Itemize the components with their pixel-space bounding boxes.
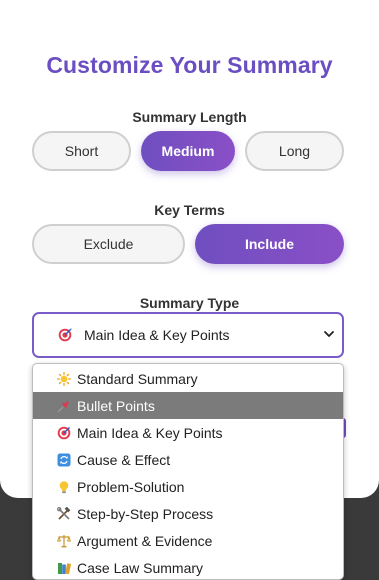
key-terms-label: Key Terms bbox=[154, 202, 225, 218]
option-argument-evidence[interactable]: Argument & Evidence bbox=[33, 527, 343, 554]
dart-target-icon bbox=[58, 328, 72, 342]
option-label: Argument & Evidence bbox=[77, 532, 213, 549]
sun-icon bbox=[57, 371, 71, 386]
length-long-button[interactable]: Long bbox=[245, 131, 344, 171]
option-label: Standard Summary bbox=[77, 370, 198, 387]
page-title: Customize Your Summary bbox=[46, 52, 333, 78]
option-label: Cause & Effect bbox=[77, 451, 171, 468]
option-label: Bullet Points bbox=[77, 397, 155, 414]
key-terms-include-button[interactable]: Include bbox=[195, 224, 344, 264]
length-short-button[interactable]: Short bbox=[32, 131, 131, 171]
summary-type-select[interactable]: Main Idea & Key Points bbox=[32, 312, 344, 358]
option-step-by-step[interactable]: Step-by-Step Process bbox=[33, 500, 343, 527]
books-icon bbox=[57, 561, 71, 575]
key-terms-exclude-button[interactable]: Exclude bbox=[32, 224, 185, 264]
option-label: Problem-Solution bbox=[77, 478, 185, 495]
option-case-law[interactable]: Case Law Summary bbox=[33, 554, 343, 579]
dart-target-icon bbox=[57, 426, 71, 440]
summary-type-label: Summary Type bbox=[139, 295, 240, 311]
option-problem-solution[interactable]: Problem-Solution bbox=[33, 473, 343, 500]
option-cause-effect[interactable]: Cause & Effect bbox=[33, 446, 343, 473]
summary-type-dropdown: Standard Summary Bullet Points Main Idea… bbox=[32, 363, 344, 580]
hammer-wrench-icon bbox=[57, 506, 71, 521]
balance-scale-icon bbox=[57, 534, 71, 548]
pushpin-icon bbox=[57, 399, 71, 413]
option-bullet-points[interactable]: Bullet Points bbox=[33, 392, 343, 419]
summary-length-label: Summary Length bbox=[132, 109, 247, 125]
option-standard-summary[interactable]: Standard Summary bbox=[33, 365, 343, 392]
length-medium-button[interactable]: Medium bbox=[141, 131, 235, 171]
cycle-arrows-icon bbox=[57, 453, 71, 467]
summary-type-value: Main Idea & Key Points bbox=[84, 327, 230, 343]
chevron-down-icon[interactable] bbox=[322, 327, 336, 341]
lightbulb-icon bbox=[57, 480, 71, 494]
option-main-idea[interactable]: Main Idea & Key Points bbox=[33, 419, 343, 446]
option-label: Main Idea & Key Points bbox=[77, 424, 223, 441]
option-label: Step-by-Step Process bbox=[77, 505, 214, 522]
option-label: Case Law Summary bbox=[77, 559, 204, 576]
